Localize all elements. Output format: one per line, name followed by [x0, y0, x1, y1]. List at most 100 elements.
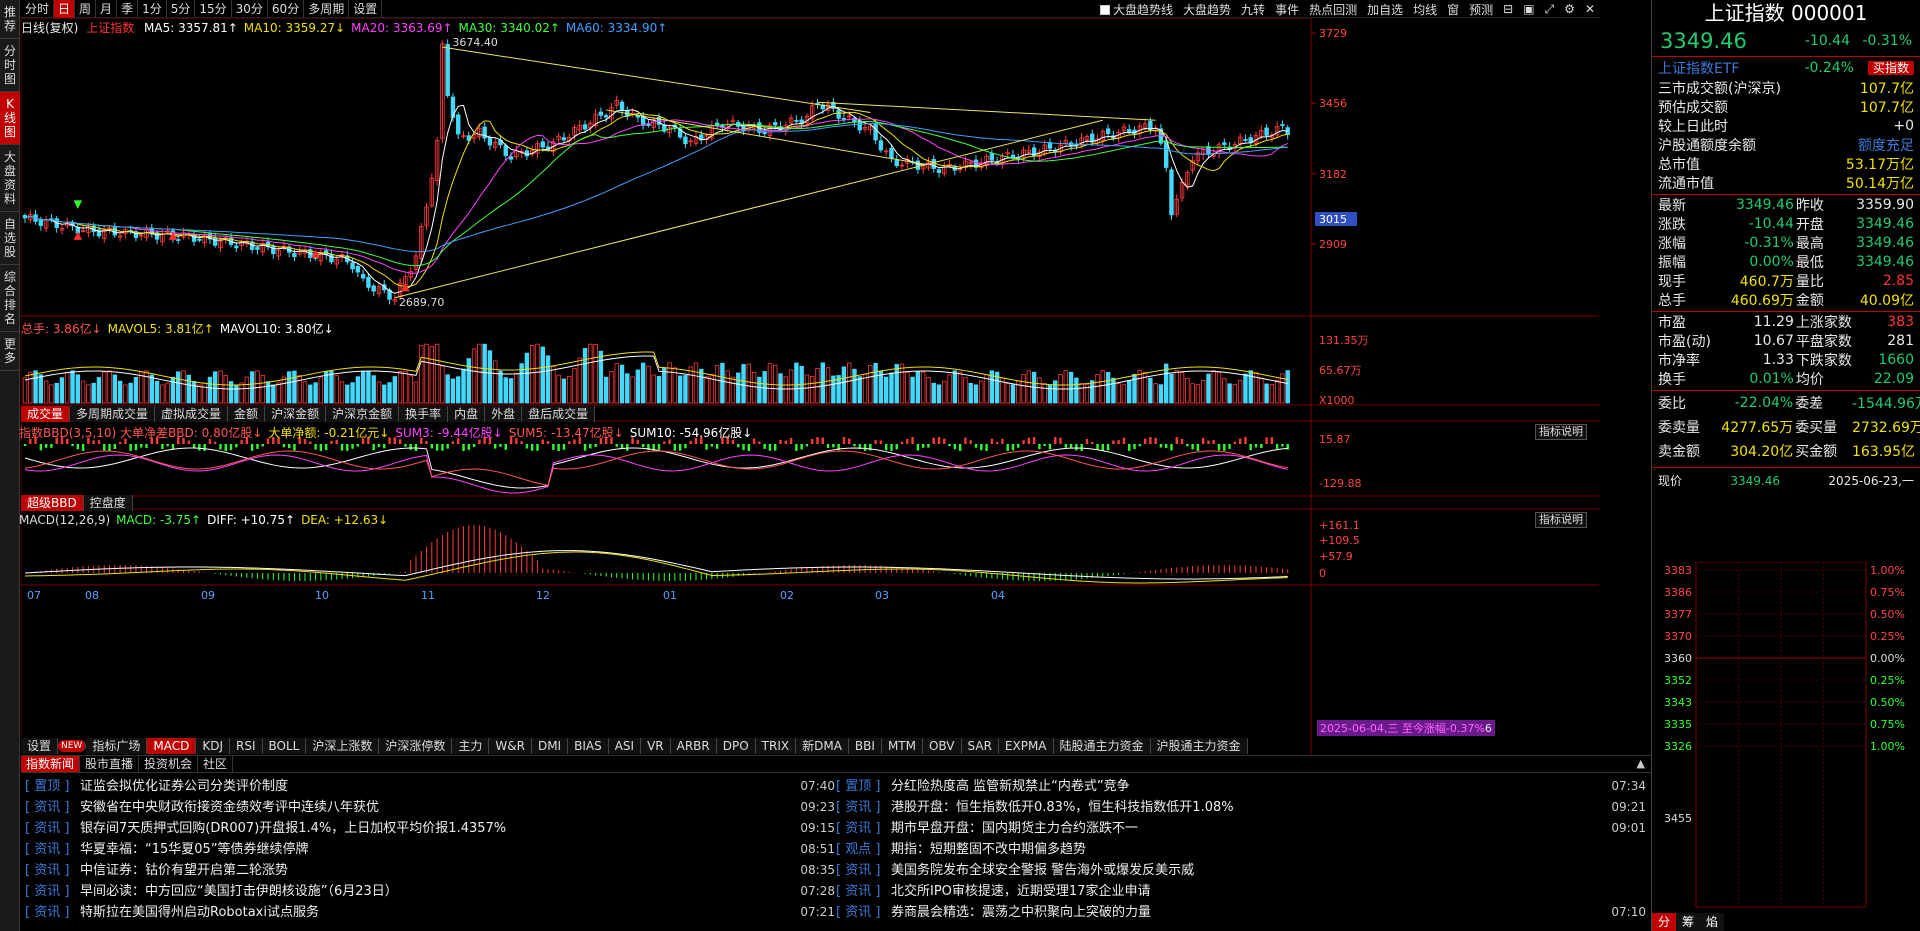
tab-indicator_tabs-24[interactable]: 沪股通主力资金 [1150, 738, 1248, 754]
period-11[interactable]: 设置 [349, 0, 383, 18]
news-item[interactable]: [ 资讯 ] 中信证券：钴价有望开启第二轮涨势 08:35 [25, 860, 835, 881]
left-tab-0[interactable]: 推荐 [0, 0, 20, 39]
news-item[interactable]: [ 置顶 ] 证监会拟优化证券公司分类评价制度 07:40 [25, 776, 835, 797]
toolbar-right-0[interactable]: 大盘趋势线 [1095, 1, 1178, 18]
tab-indicator_tabs-3[interactable]: KDJ [196, 738, 230, 754]
news-item[interactable]: [ 资讯 ] 特斯拉在美国得州启动Robotaxi试点服务 07:21 [25, 902, 835, 923]
toolbar-right-8[interactable]: 预测 [1464, 1, 1498, 18]
tab-bbd-tabs-1[interactable]: 控盘度 [83, 495, 133, 511]
tab-bbd-tabs-0[interactable]: 超级BBD [21, 495, 84, 511]
tab-indicator_tabs-10[interactable]: DMI [531, 738, 569, 754]
tab-news-tabs-3[interactable]: 社区 [198, 756, 234, 772]
tab-indicator_tabs-23[interactable]: 陆股通主力资金 [1053, 738, 1151, 754]
tab-indicator_tabs-17[interactable]: 新DMA [796, 738, 849, 754]
tab-indicator_tabs-4[interactable]: RSI [230, 738, 263, 754]
news-item[interactable]: [ 资讯 ] 期市早盘开盘：国内期货主力合约涨跌不一 09:01 [836, 818, 1646, 839]
tab-volume-tabs-0[interactable]: 成交量 [21, 406, 71, 422]
tab-indicator_tabs-0[interactable]: 设置 [21, 738, 59, 754]
tab-news-tabs-0[interactable]: 指数新闻 [21, 756, 81, 772]
tab-indicator_tabs-5[interactable]: BOLL [262, 738, 307, 754]
news-item[interactable]: [ 资讯 ] 港股开盘：恒生指数低开0.83%，恒生科技指数低开1.08% 09:2… [836, 797, 1646, 818]
toolbar-right-1[interactable]: 大盘趋势 [1178, 1, 1236, 18]
window-control-2[interactable]: ⤢ [1540, 2, 1560, 17]
tab-news-tabs-2[interactable]: 投资机会 [139, 756, 199, 772]
left-tab-2[interactable]: K线图 [0, 92, 20, 145]
window-control-4[interactable]: ✕ [1580, 2, 1600, 16]
macd-ytick-label: 0 [1319, 567, 1326, 580]
period-2[interactable]: 周 [75, 0, 97, 18]
toolbar-right-2[interactable]: 九转 [1236, 1, 1270, 18]
period-4[interactable]: 季 [117, 0, 139, 18]
news-item[interactable]: [ 资讯 ] 北交所IPO审核提速，近期受理17家企业申请 [836, 881, 1646, 902]
period-3[interactable]: 月 [96, 0, 118, 18]
news-item[interactable]: [ 资讯 ] 券商晨会精选：震荡之中积聚向上突破的力量 07:10 [836, 902, 1646, 923]
right-bottom-tab-1[interactable]: 筹 [1676, 913, 1701, 931]
tab-indicator_tabs-6[interactable]: 沪深上涨数 [306, 738, 380, 754]
right-bottom-tab-2[interactable]: 焰 [1700, 913, 1725, 931]
bbd-explain-button[interactable]: 指标说明 [1535, 424, 1587, 440]
tab-indicator_tabs-7[interactable]: 沪深涨停数 [379, 738, 453, 754]
period-5[interactable]: 1分 [138, 0, 167, 18]
tab-volume-tabs-7[interactable]: 内盘 [448, 406, 486, 422]
mini-intraday-chart[interactable]: 3383 3386 3377 3370 3360 3352 3343 3335 3326 3455… [1652, 562, 1920, 922]
news-item[interactable]: [ 观点 ] 期指：短期整固不改中期偏多趋势 [836, 839, 1646, 860]
left-tab-3[interactable]: 大盘资料 [0, 145, 20, 212]
left-tab-4[interactable]: 自选股 [0, 212, 20, 265]
etf-row[interactable]: 上证指数ETF -0.24% 买指数 [1652, 56, 1920, 78]
toolbar-right-7[interactable]: 窗 [1442, 1, 1464, 18]
period-1[interactable]: 日 [54, 0, 76, 18]
toolbar-right-3[interactable]: 事件 [1270, 1, 1304, 18]
collapse-icon[interactable]: ▲ [1637, 757, 1645, 770]
tab-indicator_tabs-14[interactable]: ARBR [670, 738, 717, 754]
right-bottom-tab-0[interactable]: 分 [1652, 913, 1677, 931]
window-control-1[interactable]: ▣ [1518, 2, 1539, 16]
period-6[interactable]: 5分 [167, 0, 196, 18]
window-control-3[interactable]: ⚙ [1559, 2, 1580, 16]
news-item[interactable]: [ 资讯 ] 早间必读：中方回应“美国打击伊朗核设施”（6月23日） 07:28 [25, 881, 835, 902]
news-item[interactable]: [ 资讯 ] 银存间7天质押式回购(DR007)开盘报1.4%，上日加权平均价报1… [25, 818, 835, 839]
tab-volume-tabs-2[interactable]: 虚拟成交量 [155, 406, 229, 422]
tab-indicator_tabs-1[interactable]: 指标广场 [86, 738, 148, 754]
tab-volume-tabs-1[interactable]: 多周期成交量 [70, 406, 156, 422]
tab-volume-tabs-4[interactable]: 沪深金额 [265, 406, 327, 422]
period-0[interactable]: 分时 [21, 0, 55, 18]
tab-indicator_tabs-8[interactable]: 主力 [452, 738, 490, 754]
news-item[interactable]: [ 资讯 ] 华夏幸福：“15华夏05”等债券继续停牌 08:51 [25, 839, 835, 860]
period-7[interactable]: 15分 [195, 0, 232, 18]
chart-canvas[interactable]: 3729 3456 3182 2909 3015 3674.40 2689.70 ▼ ▲ ▲ ▲ ▲ 1… [21, 18, 1599, 758]
window-control-0[interactable]: ⊟ [1498, 2, 1518, 16]
tab-indicator_tabs-13[interactable]: VR [641, 738, 671, 754]
news-item[interactable]: [ 资讯 ] 安徽省在中央财政衔接资金绩效考评中连续八年获优 09:23 [25, 797, 835, 818]
period-10[interactable]: 多周期 [304, 0, 350, 18]
toolbar-right-5[interactable]: 加自选 [1362, 1, 1408, 18]
trend-checkbox[interactable] [1100, 4, 1111, 15]
tab-indicator_tabs-15[interactable]: DPO [716, 738, 756, 754]
toolbar-right-6[interactable]: 均线 [1408, 1, 1442, 18]
tab-indicator_tabs-20[interactable]: OBV [922, 738, 962, 754]
tab-indicator_tabs-19[interactable]: MTM [881, 738, 923, 754]
left-tab-6[interactable]: 更多 [0, 332, 20, 371]
period-9[interactable]: 60分 [268, 0, 305, 18]
tab-volume-tabs-5[interactable]: 沪深京金额 [326, 406, 400, 422]
news-item[interactable]: [ 置顶 ] 分红险热度高 监管新规禁止“内卷式”竞争 07:34 [836, 776, 1646, 797]
tab-indicator_tabs-12[interactable]: ASI [608, 738, 642, 754]
tab-volume-tabs-3[interactable]: 金额 [228, 406, 266, 422]
tab-indicator_tabs-21[interactable]: SAR [961, 738, 999, 754]
left-tab-5[interactable]: 综合排名 [0, 265, 20, 332]
left-tab-1[interactable]: 分时图 [0, 39, 20, 92]
tab-volume-tabs-6[interactable]: 换手率 [399, 406, 449, 422]
tab-volume-tabs-8[interactable]: 外盘 [485, 406, 523, 422]
tab-indicator_tabs-16[interactable]: TRIX [755, 738, 797, 754]
tab-indicator_tabs-18[interactable]: BBI [848, 738, 882, 754]
tab-indicator_tabs-11[interactable]: BIAS [568, 738, 609, 754]
toolbar-right-4[interactable]: 热点回测 [1304, 1, 1362, 18]
news-item[interactable]: [ 资讯 ] 美国务院发布全球安全警报 警告海外或爆发反美示威 [836, 860, 1646, 881]
tab-indicator_tabs-2[interactable]: MACD [147, 738, 197, 754]
tab-volume-tabs-9[interactable]: 盘后成交量 [522, 406, 596, 422]
tab-news-tabs-1[interactable]: 股市直播 [80, 756, 140, 772]
period-8[interactable]: 30分 [232, 0, 268, 18]
buy-index-button[interactable]: 买指数 [1867, 60, 1914, 75]
macd-explain-button[interactable]: 指标说明 [1535, 512, 1587, 528]
tab-indicator_tabs-9[interactable]: W&R [489, 738, 532, 754]
tab-indicator_tabs-22[interactable]: EXPMA [998, 738, 1054, 754]
